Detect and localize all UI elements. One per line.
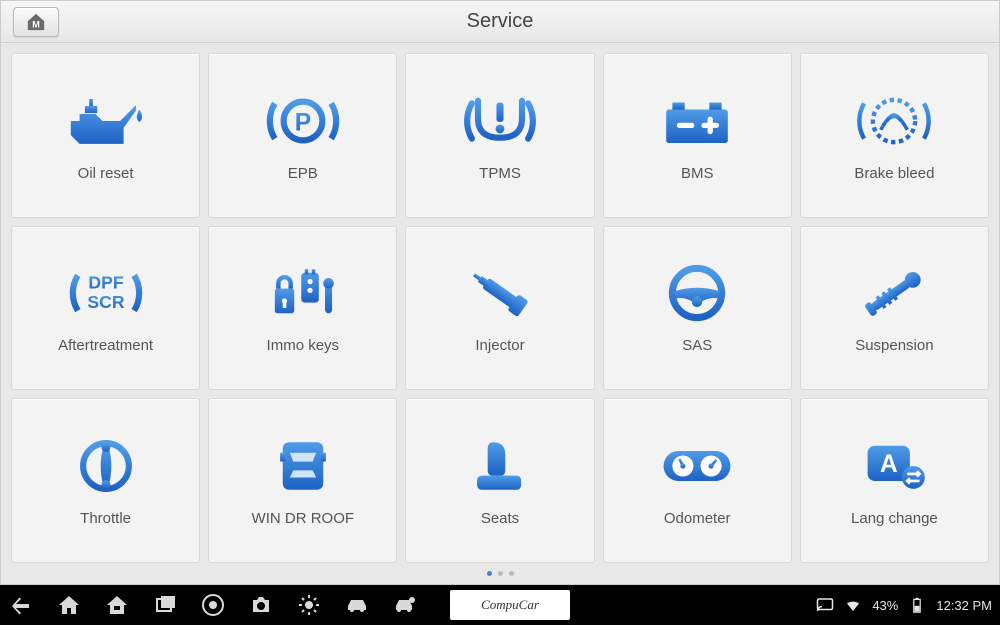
navbar-left: CompuCar	[8, 590, 570, 620]
language-icon	[850, 434, 938, 498]
battery-icon	[908, 597, 926, 613]
service-tile-sas[interactable]: SAS	[603, 226, 792, 391]
tile-label: SAS	[682, 337, 712, 354]
throttle-icon	[62, 434, 150, 498]
service-tile-win-dr-roof[interactable]: WIN DR ROOF	[208, 398, 397, 563]
service-grid: Oil reset EPB TPMS BMS Brake bleed Aftertreat…	[11, 53, 989, 563]
page-indicator	[1, 565, 999, 584]
battery-icon	[653, 89, 741, 153]
tile-label: TPMS	[479, 165, 521, 182]
steering-wheel-icon	[653, 261, 741, 325]
android-home-icon[interactable]	[104, 593, 130, 617]
home-m-icon: M	[25, 12, 47, 32]
service-tile-seats[interactable]: Seats	[405, 398, 594, 563]
service-tile-suspension[interactable]: Suspension	[800, 226, 989, 391]
tile-label: Injector	[475, 337, 524, 354]
service-tile-aftertreatment[interactable]: Aftertreatment	[11, 226, 200, 391]
tile-label: Brake bleed	[854, 165, 934, 182]
app-window: M Service Oil reset EPB TPMS BMS Brake bleed…	[0, 0, 1000, 585]
service-tile-injector[interactable]: Injector	[405, 226, 594, 391]
service-tile-oil-reset[interactable]: Oil reset	[11, 53, 200, 218]
service-tile-immo-keys[interactable]: Immo keys	[208, 226, 397, 391]
tile-label: WIN DR ROOF	[252, 510, 355, 527]
suspension-icon	[850, 261, 938, 325]
tile-label: BMS	[681, 165, 714, 182]
service-tile-tpms[interactable]: TPMS	[405, 53, 594, 218]
svg-text:M: M	[32, 19, 40, 29]
service-tile-lang-change[interactable]: Lang change	[800, 398, 989, 563]
car-top-icon	[259, 434, 347, 498]
service-tile-brake-bleed[interactable]: Brake bleed	[800, 53, 989, 218]
tile-label: Throttle	[80, 510, 131, 527]
back-icon[interactable]	[8, 593, 34, 617]
header-bar: M Service	[1, 1, 999, 43]
tpms-icon	[456, 89, 544, 153]
brake-bleed-icon	[850, 89, 938, 153]
service-tile-odometer[interactable]: Odometer	[603, 398, 792, 563]
parking-brake-icon	[259, 89, 347, 153]
camera-icon[interactable]	[248, 593, 274, 617]
watermark-logo: CompuCar	[450, 590, 570, 620]
service-tile-bms[interactable]: BMS	[603, 53, 792, 218]
cast-icon	[816, 597, 834, 613]
seat-icon	[456, 434, 544, 498]
tile-label: Immo keys	[267, 337, 340, 354]
tile-label: Oil reset	[78, 165, 134, 182]
service-grid-container: Oil reset EPB TPMS BMS Brake bleed Aftertreat…	[1, 43, 999, 565]
battery-percent: 43%	[872, 598, 898, 613]
injector-icon	[456, 261, 544, 325]
page-dot[interactable]	[498, 571, 503, 576]
page-dot[interactable]	[487, 571, 492, 576]
car-user-icon[interactable]	[392, 593, 418, 617]
page-title: Service	[1, 10, 999, 33]
clock: 12:32 PM	[936, 598, 992, 613]
system-navbar: CompuCar 43% 12:32 PM	[0, 585, 1000, 625]
oil-can-icon	[62, 89, 150, 153]
tile-label: Seats	[481, 510, 519, 527]
chrome-icon[interactable]	[200, 593, 226, 617]
home-button[interactable]: M	[13, 7, 59, 37]
tile-label: Suspension	[855, 337, 933, 354]
page-dot[interactable]	[509, 571, 514, 576]
service-tile-throttle[interactable]: Throttle	[11, 398, 200, 563]
immo-keys-icon	[259, 261, 347, 325]
dpf-scr-icon	[62, 261, 150, 325]
tile-label: EPB	[288, 165, 318, 182]
car-icon[interactable]	[344, 593, 370, 617]
tile-label: Odometer	[664, 510, 731, 527]
brightness-icon[interactable]	[296, 593, 322, 617]
navbar-status: 43% 12:32 PM	[816, 597, 992, 613]
home-icon[interactable]	[56, 593, 82, 617]
tile-label: Lang change	[851, 510, 938, 527]
wifi-icon	[844, 597, 862, 613]
odometer-icon	[653, 434, 741, 498]
tile-label: Aftertreatment	[58, 337, 153, 354]
recent-apps-icon[interactable]	[152, 593, 178, 617]
service-tile-epb[interactable]: EPB	[208, 53, 397, 218]
